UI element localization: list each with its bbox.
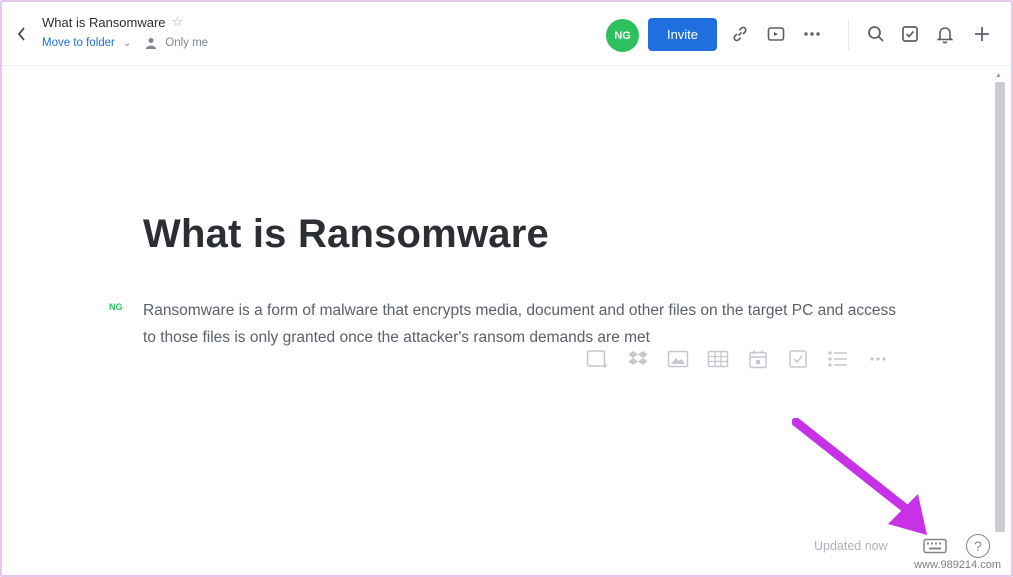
doc-title-row: What is Ransomware ☆ <box>42 14 183 30</box>
more-options-icon[interactable] <box>802 24 822 44</box>
sharing-status[interactable]: Only me <box>165 37 208 49</box>
help-icon[interactable]: ? <box>966 534 990 558</box>
link-icon[interactable] <box>730 24 750 44</box>
table-icon[interactable] <box>698 346 738 372</box>
checkbox-icon[interactable] <box>778 346 818 372</box>
annotation-arrow <box>792 418 927 535</box>
scroll-up-icon[interactable]: ▲ <box>995 72 1003 80</box>
insert-toolbar <box>578 346 898 372</box>
divider <box>848 19 849 50</box>
top-bar: What is Ransomware ☆ Move to folder ⌄ On… <box>2 2 1011 66</box>
doc-meta: Move to folder ⌄ Only me <box>42 37 208 49</box>
add-media-icon[interactable] <box>578 346 618 372</box>
app-window: What is Ransomware ☆ Move to folder ⌄ On… <box>0 0 1013 577</box>
star-icon[interactable]: ☆ <box>172 14 184 30</box>
page-title[interactable]: What is Ransomware <box>143 212 549 257</box>
person-icon <box>145 37 157 49</box>
invite-button[interactable]: Invite <box>648 18 717 51</box>
image-icon[interactable] <box>658 346 698 372</box>
back-icon[interactable] <box>14 24 30 44</box>
calendar-icon[interactable] <box>738 346 778 372</box>
list-icon[interactable] <box>818 346 858 372</box>
present-icon[interactable] <box>766 24 786 44</box>
search-icon[interactable] <box>866 24 886 44</box>
save-status: Updated now <box>814 539 888 553</box>
bell-icon[interactable] <box>935 24 955 44</box>
doc-title[interactable]: What is Ransomware <box>42 15 166 30</box>
more-icon[interactable] <box>858 346 898 372</box>
doc-paragraph[interactable]: Ransomware is a form of malware that enc… <box>143 297 903 351</box>
scrollbar-thumb[interactable] <box>995 82 1005 532</box>
author-tag: NG <box>109 302 123 312</box>
tasks-icon[interactable] <box>900 24 920 44</box>
chevron-down-icon[interactable]: ⌄ <box>123 38 131 49</box>
add-icon[interactable] <box>972 24 992 44</box>
dropbox-icon[interactable] <box>618 346 658 372</box>
watermark: www.989214.com <box>914 559 1001 571</box>
move-to-folder-link[interactable]: Move to folder <box>42 37 115 49</box>
avatar[interactable]: NG <box>606 19 639 52</box>
keyboard-icon[interactable] <box>922 535 948 557</box>
